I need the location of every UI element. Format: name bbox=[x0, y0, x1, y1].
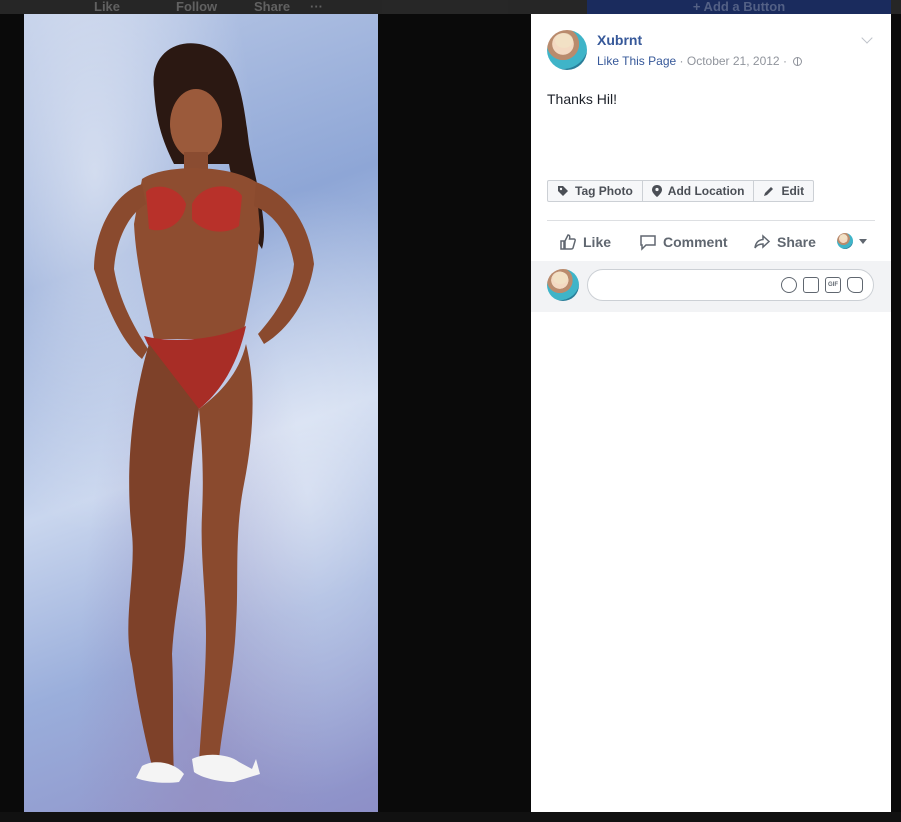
bg-like-button: Like bbox=[94, 0, 121, 14]
background-page-bottom bbox=[0, 812, 901, 822]
like-button[interactable]: Like bbox=[559, 229, 611, 255]
caret-down-icon[interactable] bbox=[859, 239, 867, 244]
author-avatar[interactable] bbox=[547, 30, 587, 70]
bg-add-button: + Add a Button bbox=[587, 0, 891, 14]
comment-input[interactable]: GIF bbox=[587, 269, 874, 301]
comment-tools: GIF bbox=[781, 277, 863, 293]
divider bbox=[547, 220, 875, 221]
edit-button[interactable]: Edit bbox=[753, 180, 815, 202]
edit-label: Edit bbox=[781, 184, 805, 198]
photo-actions: Tag Photo Add Location Edit bbox=[547, 180, 815, 204]
pencil-icon bbox=[764, 187, 774, 196]
sticker-icon[interactable] bbox=[847, 277, 863, 293]
speech-bubble-icon bbox=[640, 235, 656, 251]
comment-label: Comment bbox=[663, 234, 728, 250]
photo-viewer-image[interactable] bbox=[24, 14, 378, 812]
add-location-label: Add Location bbox=[667, 184, 745, 198]
gif-icon[interactable]: GIF bbox=[825, 277, 841, 293]
camera-icon[interactable] bbox=[803, 277, 819, 293]
chevron-down-icon[interactable] bbox=[861, 32, 873, 44]
post-panel: Xubrnt Like This Page · October 21, 2012… bbox=[531, 14, 891, 812]
tag-icon bbox=[558, 186, 568, 196]
tag-photo-button[interactable]: Tag Photo bbox=[547, 180, 643, 202]
background-page-strip: Like Follow Share ··· + Add a Button bbox=[0, 0, 901, 14]
post-caption: Thanks Hil! bbox=[547, 91, 618, 107]
emoji-icon[interactable] bbox=[781, 277, 797, 293]
like-page-link[interactable]: Like This Page bbox=[597, 54, 676, 68]
location-pin-icon bbox=[651, 185, 662, 197]
bg-share-button: Share bbox=[254, 0, 291, 14]
meta-separator: · bbox=[679, 54, 684, 68]
comment-composer: GIF bbox=[531, 261, 891, 312]
share-label: Share bbox=[777, 234, 816, 250]
post-as-avatar[interactable] bbox=[837, 233, 853, 249]
globe-icon bbox=[793, 57, 803, 66]
photo-figure bbox=[94, 43, 314, 783]
comment-button[interactable]: Comment bbox=[639, 229, 728, 255]
post-meta: Like This Page · October 21, 2012 · bbox=[597, 54, 803, 68]
bg-more-button: ··· bbox=[310, 0, 323, 14]
bg-follow-button: Follow bbox=[176, 0, 218, 14]
meta-separator: · bbox=[782, 54, 787, 68]
add-location-button[interactable]: Add Location bbox=[641, 180, 755, 202]
tag-photo-label: Tag Photo bbox=[575, 184, 633, 198]
share-arrow-icon bbox=[754, 234, 771, 249]
thumbs-up-icon bbox=[560, 234, 576, 250]
post-date-link[interactable]: October 21, 2012 bbox=[687, 54, 780, 68]
author-name-link[interactable]: Xubrnt bbox=[597, 32, 642, 48]
ufi-bar: Like Comment Share bbox=[547, 229, 875, 255]
commenter-avatar bbox=[547, 269, 579, 301]
like-label: Like bbox=[583, 234, 612, 250]
share-button[interactable]: Share bbox=[753, 229, 816, 255]
